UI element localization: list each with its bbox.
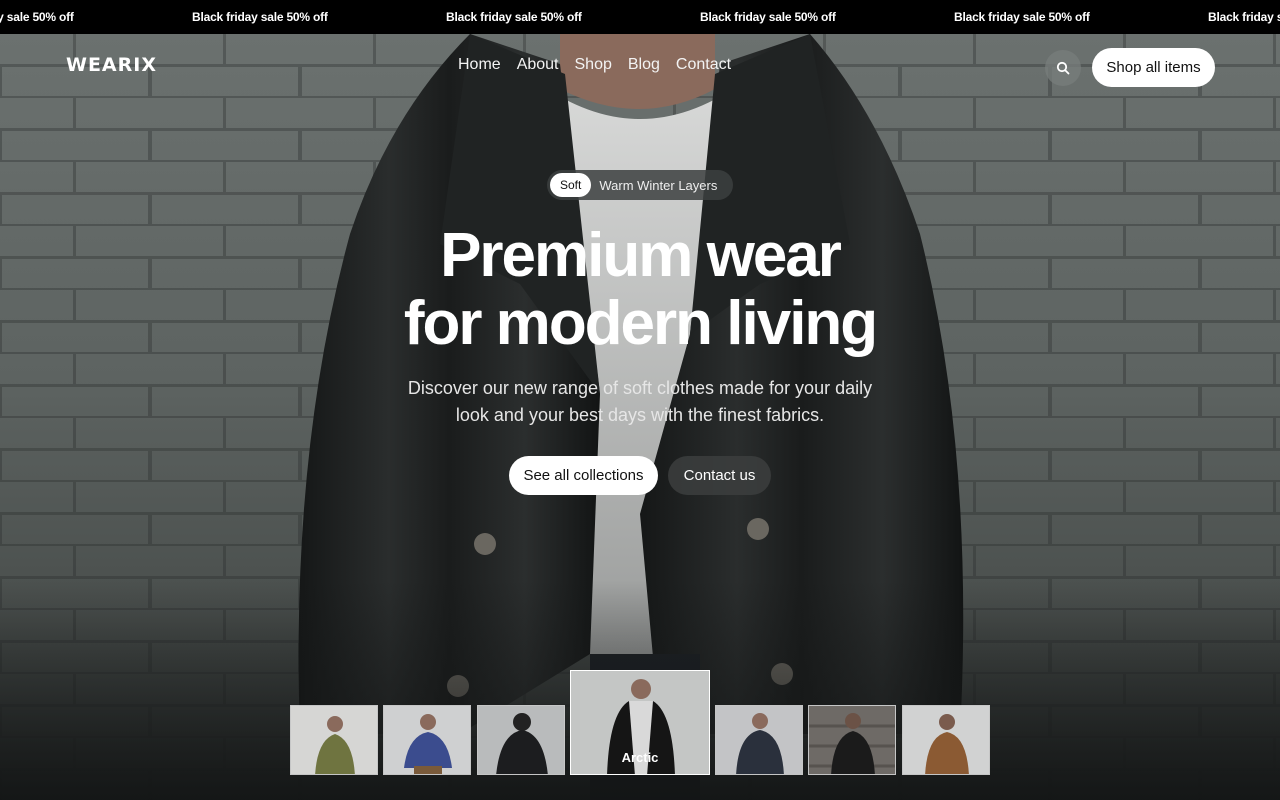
thumbnail-olive-shirt[interactable]: [290, 705, 378, 775]
nav-link-contact[interactable]: Contact: [676, 56, 731, 74]
thumbnail-arctic[interactable]: Arctic: [570, 670, 710, 775]
badge-pill: Soft: [550, 173, 592, 197]
ticker-track: Black friday sale 50% off Black friday s…: [0, 0, 1280, 34]
thumbnail-brown-jacket[interactable]: [902, 705, 990, 775]
nav-link-home[interactable]: Home: [458, 56, 501, 74]
announcement-ticker: Black friday sale 50% off Black friday s…: [0, 0, 1280, 34]
nav-link-about[interactable]: About: [517, 56, 559, 74]
headline-line: for modern living: [403, 289, 878, 358]
nav-links: Home About Shop Blog Contact: [458, 56, 747, 74]
thumbnail-label: Arctic: [621, 750, 659, 765]
hero-badge: Soft Warm Winter Layers: [547, 170, 733, 200]
thumbnail-navy-puffer[interactable]: [715, 705, 803, 775]
thumbnail-blue-jacket[interactable]: [383, 705, 471, 775]
search-button[interactable]: [1045, 50, 1081, 86]
ticker-item: Black friday sale 50% off: [192, 10, 328, 24]
ticker-item: Black friday sale 50% off: [446, 10, 582, 24]
subline-line: Discover our new range of soft clothes m…: [407, 378, 873, 398]
nav-link-shop[interactable]: Shop: [575, 56, 612, 74]
hero-headline: Premium wear for modern living: [340, 222, 940, 358]
ticker-item: Black friday sale 50% off: [0, 10, 74, 24]
product-image: [478, 706, 564, 774]
thumbnail-black-parka[interactable]: [477, 705, 565, 775]
product-image: [384, 706, 470, 774]
shop-all-items-button[interactable]: Shop all items: [1092, 48, 1215, 87]
brand-logo[interactable]: WEARIX: [66, 54, 157, 76]
search-icon: [1056, 61, 1070, 75]
ticker-item: Black friday sale 50% off: [1208, 10, 1280, 24]
product-image: [809, 706, 895, 774]
ticker-item: Black friday sale 50% off: [954, 10, 1090, 24]
top-nav: WEARIX Home About Shop Blog Contact Shop…: [0, 34, 1280, 100]
hero-subline: Discover our new range of soft clothes m…: [380, 375, 900, 429]
badge-text: Warm Winter Layers: [599, 177, 718, 193]
ticker-item: Black friday sale 50% off: [700, 10, 836, 24]
subline-line: look and your best days with the finest …: [455, 405, 825, 425]
headline-line: Premium wear: [440, 221, 842, 290]
product-image: [903, 706, 989, 774]
contact-us-button[interactable]: Contact us: [668, 456, 771, 495]
product-image: [291, 706, 377, 774]
see-all-collections-button[interactable]: See all collections: [509, 456, 658, 495]
thumbnail-black-tee[interactable]: [808, 705, 896, 775]
product-image: [716, 706, 802, 774]
nav-link-blog[interactable]: Blog: [628, 56, 660, 74]
